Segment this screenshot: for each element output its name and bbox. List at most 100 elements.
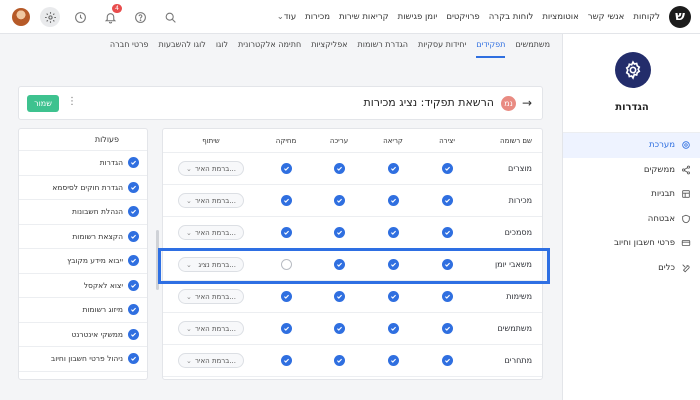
checkbox-checked-icon[interactable] — [280, 323, 292, 334]
tab-quote-logo[interactable]: לוגו להשבעות — [159, 40, 206, 58]
checkbox-checked-icon[interactable] — [280, 163, 292, 174]
tab-business-units[interactable]: יחידות עסקיות — [418, 40, 466, 58]
settings-title: הגדרות — [615, 102, 649, 113]
search-icon[interactable] — [160, 7, 180, 27]
share-level-select[interactable]: ברמת האיר... ⌄ — [178, 321, 244, 336]
checkbox-checked-icon[interactable] — [280, 355, 292, 366]
checkbox-checked-icon[interactable] — [333, 323, 345, 334]
checkbox-checked-icon[interactable] — [128, 304, 139, 316]
checkbox-checked-icon[interactable] — [128, 353, 139, 365]
checkbox-checked-icon[interactable] — [128, 230, 139, 242]
col-share: שיתוף — [202, 136, 220, 145]
action-row[interactable]: מיזוג רשומות — [19, 298, 147, 323]
read-toggle — [375, 217, 411, 248]
checkbox-checked-icon[interactable] — [441, 291, 453, 302]
checkbox-checked-icon[interactable] — [441, 323, 453, 334]
checkbox-checked-icon[interactable] — [387, 163, 399, 174]
checkbox-checked-icon[interactable] — [128, 157, 139, 169]
checkbox-checked-icon[interactable] — [280, 291, 292, 302]
checkbox-checked-icon[interactable] — [333, 227, 345, 238]
tab-roles[interactable]: תפקידים — [476, 40, 506, 58]
sidebar-item-tools[interactable]: כלים — [563, 256, 700, 281]
sidebar-item-interfaces[interactable]: ממשקים — [563, 158, 700, 183]
checkbox-checked-icon[interactable] — [128, 181, 139, 193]
checkbox-checked-icon[interactable] — [128, 279, 139, 291]
settings-gear-icon[interactable] — [40, 7, 60, 27]
sidebar-item-system[interactable]: מערכת — [563, 133, 700, 158]
notification-badge: 4 — [112, 4, 122, 13]
action-row[interactable]: הגדרות — [19, 151, 147, 176]
action-label: הקצאת רשומות — [72, 231, 123, 241]
checkbox-checked-icon[interactable] — [128, 206, 139, 218]
checkbox-checked-icon[interactable] — [333, 355, 345, 366]
tab-logo[interactable]: לוגו — [216, 40, 228, 58]
checkbox-checked-icon[interactable] — [387, 195, 399, 206]
avatar[interactable] — [12, 8, 30, 26]
tab-e-signature[interactable]: חתימה אלקטרונית — [238, 40, 301, 58]
sidebar-item-templates[interactable]: תבניות — [563, 182, 700, 207]
nav-item-contacts[interactable]: אנשי קשר — [588, 12, 625, 22]
nav-item-projects[interactable]: פרויקטים — [446, 12, 479, 22]
tab-apps[interactable]: אפליקציות — [311, 40, 347, 58]
nav-item-more[interactable]: עוד — [274, 12, 296, 22]
checkbox-checked-icon[interactable] — [387, 355, 399, 366]
nav-item-dashboards[interactable]: לוחות בקרה — [489, 12, 534, 22]
action-row[interactable]: ממשקי אינטרנט — [19, 323, 147, 347]
app-logo[interactable]: ש — [669, 6, 691, 28]
settings-gear-icon — [615, 52, 651, 88]
checkbox-checked-icon[interactable] — [280, 227, 292, 238]
bell-icon[interactable]: 4 — [100, 4, 122, 27]
nav-item-automations[interactable]: אוטומציות — [542, 12, 578, 22]
share-level-select[interactable]: ברמת האיר... ⌄ — [178, 193, 244, 208]
share-level-select[interactable]: ברמת האיר... ⌄ — [178, 289, 244, 304]
nav-item-service-calls[interactable]: קריאות שירות — [339, 12, 389, 22]
back-arrow-icon[interactable]: → — [522, 96, 532, 110]
checkbox-checked-icon[interactable] — [128, 328, 139, 340]
sidebar-item-label: מערכת — [649, 140, 675, 151]
action-row[interactable]: יצוא לאקסל — [19, 274, 147, 298]
sidebar-item-security[interactable]: אבטחה — [563, 207, 700, 232]
checkbox-checked-icon[interactable] — [387, 227, 399, 238]
checkbox-checked-icon[interactable] — [387, 323, 399, 334]
action-row[interactable]: הגדרת חוקים לסיסמא — [19, 176, 147, 200]
checkbox-checked-icon[interactable] — [387, 291, 399, 302]
role-avatar-icon: נמ — [501, 96, 516, 111]
share-cell: ברמת האיר... ⌄ — [171, 345, 251, 376]
checkbox-checked-icon[interactable] — [333, 291, 345, 302]
checkbox-checked-icon[interactable] — [441, 355, 453, 366]
action-row[interactable]: הקצאת רשומות — [19, 225, 147, 249]
action-row[interactable]: ייבוא מידע מקובץ — [19, 249, 147, 274]
sidebar-item-label: כלים — [658, 262, 675, 273]
share-level-value: ברמת האיר... — [194, 324, 236, 333]
sidebar-item-label: ממשקים — [643, 164, 675, 175]
tab-company-details[interactable]: פרטי חברה — [110, 40, 149, 58]
help-icon[interactable] — [130, 7, 150, 27]
share-level-select[interactable]: ברמת האיר... ⌄ — [178, 353, 244, 368]
clock-icon[interactable] — [70, 7, 90, 27]
action-row[interactable]: ניהול פרטי חשבון וחיוב — [19, 347, 147, 372]
tab-users[interactable]: משתמשים — [515, 40, 550, 58]
action-row[interactable]: הנהלת חשבונות — [19, 200, 147, 225]
checkbox-checked-icon[interactable] — [128, 255, 139, 267]
checkbox-checked-icon[interactable] — [441, 163, 453, 174]
action-label: הנהלת חשבונות — [72, 207, 123, 217]
checkbox-checked-icon[interactable] — [280, 195, 292, 206]
checkbox-checked-icon[interactable] — [441, 227, 453, 238]
create-toggle — [429, 185, 465, 216]
top-navbar: ש לקוחות אנשי קשר אוטומציות לוחות בקרה פ… — [0, 0, 700, 34]
tab-record-settings[interactable]: הגדרת רשומות — [358, 40, 408, 58]
nav-item-customers[interactable]: לקוחות — [633, 12, 660, 22]
share-level-select[interactable]: ברמת האיר... ⌄ — [178, 225, 244, 240]
checkbox-checked-icon[interactable] — [441, 195, 453, 206]
create-toggle — [429, 281, 465, 312]
sidebar-item-billing[interactable]: פרטי חשבון וחיוב — [563, 231, 700, 256]
more-options-icon[interactable]: ⋮ — [67, 96, 77, 107]
nav-item-sales[interactable]: מכירות — [305, 12, 330, 22]
checkbox-checked-icon[interactable] — [333, 195, 345, 206]
share-level-select[interactable]: ברמת האיר... ⌄ — [178, 161, 244, 176]
save-button[interactable]: שמור — [27, 95, 59, 112]
checkbox-checked-icon[interactable] — [333, 163, 345, 174]
delete-toggle — [268, 281, 304, 312]
edit-toggle — [321, 153, 357, 184]
nav-item-calendar[interactable]: יומן פגישות — [398, 12, 438, 22]
